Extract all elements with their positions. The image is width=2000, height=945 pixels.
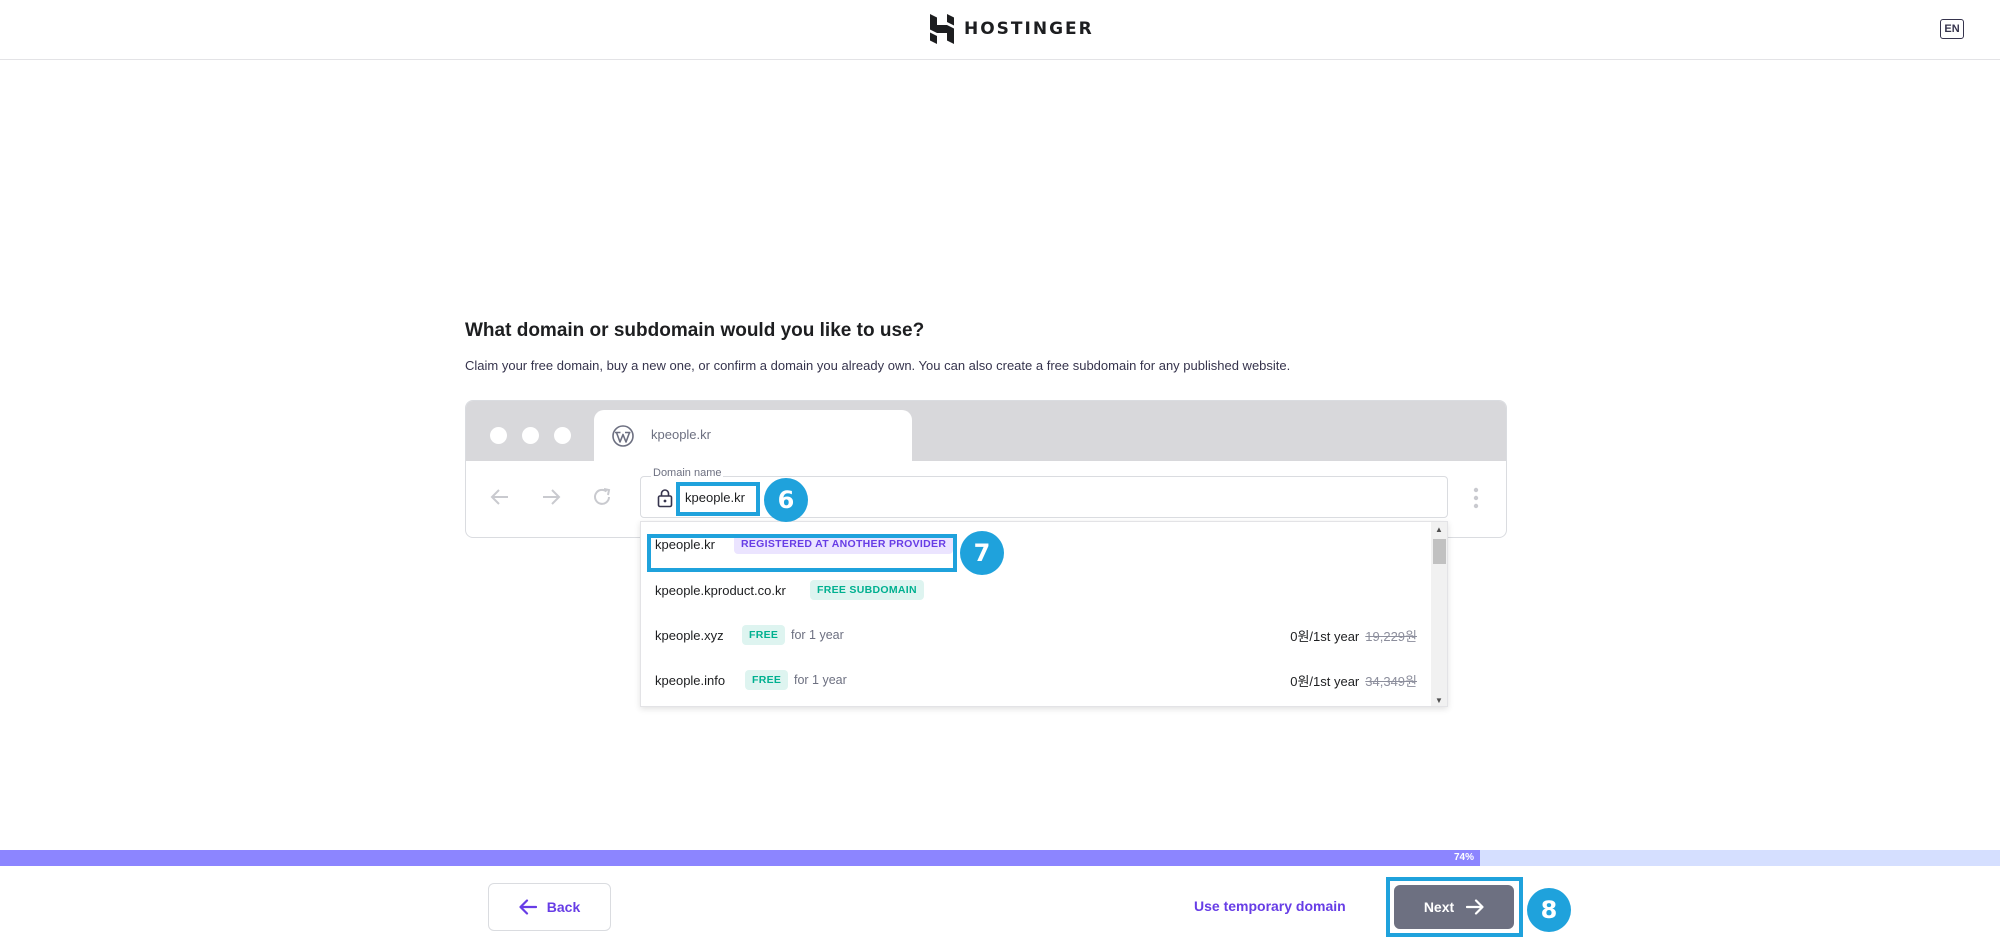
step-8-marker: 8	[1527, 888, 1571, 932]
original-price: 19,229원	[1365, 628, 1417, 644]
window-dot-icon	[490, 427, 507, 444]
progress-bar: 74%	[0, 850, 2000, 866]
brand-name: HOSTINGER	[964, 19, 1094, 39]
domain-name-input[interactable]	[640, 476, 1448, 518]
arrow-right-icon	[1466, 899, 1484, 915]
current-price: 0원/1st year	[1290, 628, 1360, 644]
suggestion-domain: kpeople.xyz	[655, 627, 724, 643]
current-price: 0원/1st year	[1290, 673, 1360, 689]
language-button[interactable]: EN	[1940, 19, 1964, 39]
arrow-left-icon	[519, 899, 537, 915]
suggestion-row[interactable]: kpeople.kproduct.co.kr FREE SUBDOMAIN	[641, 568, 1431, 612]
suggestion-row[interactable]: kpeople.info FREE for 1 year 0원/1st year…	[641, 658, 1431, 702]
step-6-marker: 6	[764, 478, 808, 522]
page-subtitle: Claim your free domain, buy a new one, o…	[465, 358, 1291, 373]
free-badge: FREE	[745, 670, 789, 690]
next-button-label: Next	[1423, 899, 1455, 915]
annotation-highlight-first-suggestion	[647, 534, 957, 572]
step-7-marker: 7	[960, 531, 1004, 575]
lock-icon	[657, 489, 673, 508]
back-arrow-icon	[490, 489, 508, 505]
suggestion-row[interactable]: kpeople.xyz FREE for 1 year 0원/1st year 1…	[641, 613, 1431, 657]
browser-menu-icon	[1473, 487, 1479, 509]
domain-name-label: Domain name	[651, 467, 724, 479]
wordpress-icon	[612, 425, 634, 447]
back-button[interactable]: Back	[488, 883, 611, 931]
annotation-highlight-domain-input	[676, 482, 760, 516]
window-dot-icon	[554, 427, 571, 444]
next-button[interactable]: Next	[1394, 885, 1514, 929]
browser-tab-bar: kpeople.kr	[466, 401, 1506, 462]
progress-label: 74%	[1454, 852, 1475, 863]
forward-arrow-icon	[543, 489, 561, 505]
browser-tab: kpeople.kr	[594, 410, 912, 462]
reload-icon	[594, 488, 611, 505]
use-temporary-domain-link[interactable]: Use temporary domain	[1194, 898, 1346, 914]
suggestion-domain: kpeople.kproduct.co.kr	[655, 582, 786, 598]
scroll-up-icon[interactable]: ▲	[1435, 525, 1443, 534]
free-subdomain-badge: FREE SUBDOMAIN	[810, 580, 924, 600]
top-header: HOSTINGER EN	[0, 0, 2000, 60]
window-dot-icon	[522, 427, 539, 444]
suggestion-domain: kpeople.info	[655, 672, 726, 688]
dropdown-scrollbar[interactable]: ▲ ▼	[1431, 522, 1447, 706]
free-duration: for 1 year	[794, 673, 847, 687]
back-button-label: Back	[546, 899, 581, 915]
progress-fill	[0, 850, 1480, 866]
page-title: What domain or subdomain would you like …	[465, 320, 925, 341]
free-badge: FREE	[742, 625, 786, 645]
suggestion-price: 0원/1st year 19,229원	[1290, 626, 1417, 645]
suggestion-price: 0원/1st year 34,349원	[1290, 671, 1417, 690]
scroll-down-icon[interactable]: ▼	[1435, 696, 1443, 705]
hostinger-logo[interactable]: HOSTINGER	[930, 14, 1094, 44]
free-duration: for 1 year	[791, 628, 844, 642]
hostinger-logo-icon	[930, 14, 954, 44]
browser-tab-label: kpeople.kr	[651, 427, 711, 442]
scroll-thumb[interactable]	[1433, 539, 1446, 564]
original-price: 34,349원	[1365, 673, 1417, 689]
